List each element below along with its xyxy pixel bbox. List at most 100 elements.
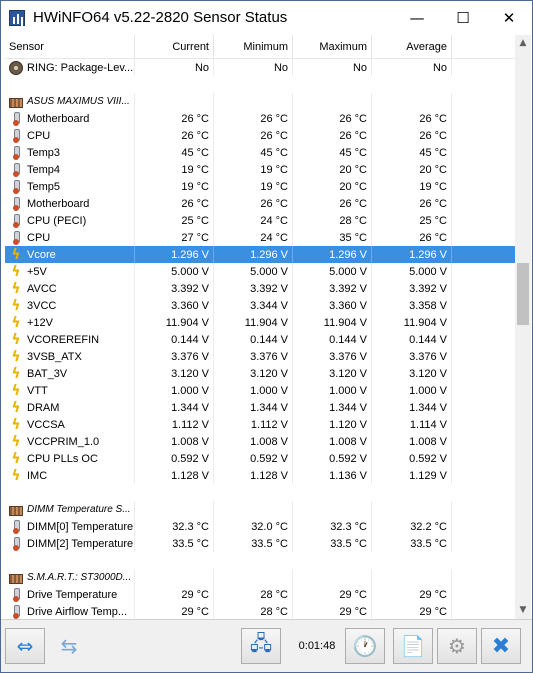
thermometer-icon <box>9 162 23 177</box>
settings-button[interactable]: ⚙ <box>437 628 477 664</box>
column-header-minimum[interactable]: Minimum <box>214 35 293 58</box>
collapse-arrows-button[interactable]: ⇆ <box>49 628 89 664</box>
voltage-icon: ϟ <box>11 348 21 365</box>
table-row[interactable]: ϟ 3VCC 3.360 V 3.344 V 3.360 V 3.358 V <box>5 297 517 314</box>
table-row[interactable]: ϟ VCCSA 1.112 V 1.112 V 1.120 V 1.114 V <box>5 416 517 433</box>
value-maximum: 33.5 °C <box>293 535 372 552</box>
value-average: 1.114 V <box>372 416 452 433</box>
table-row[interactable]: Temp3 45 °C 45 °C 45 °C 45 °C <box>5 144 517 161</box>
column-header-average[interactable]: Average <box>372 35 452 58</box>
value-average: 33.5 °C <box>372 535 452 552</box>
sensor-name-cell: ϟ +12V <box>5 314 135 331</box>
expand-arrows-button[interactable]: ⇔ <box>5 628 45 664</box>
table-row[interactable]: ϟ VTT 1.000 V 1.000 V 1.000 V 1.000 V <box>5 382 517 399</box>
column-header-current[interactable]: Current <box>135 35 214 58</box>
value-average: 3.376 V <box>372 348 452 365</box>
value-maximum: 20 °C <box>293 178 372 195</box>
sensor-table[interactable]: Sensor Current Minimum Maximum Average R… <box>5 35 517 619</box>
sensor-name: CPU <box>27 231 51 244</box>
value-minimum: 1.112 V <box>214 416 293 433</box>
network-computers-icon: 🖧 <box>249 631 273 655</box>
value-average: 1.129 V <box>372 467 452 484</box>
value-minimum: 1.008 V <box>214 433 293 450</box>
sensor-name-cell: RING: Package-Lev... <box>5 59 135 76</box>
sensor-name: +12V <box>27 316 53 329</box>
table-row[interactable]: ϟ CPU PLLs OC 0.592 V 0.592 V 0.592 V 0.592 V <box>5 450 517 467</box>
table-spacer-row <box>5 484 517 501</box>
table-row[interactable]: ϟ +12V 11.904 V 11.904 V 11.904 V 11.904 V <box>5 314 517 331</box>
value-average: 3.392 V <box>372 280 452 297</box>
title-bar[interactable]: HWiNFO64 v5.22-2820 Sensor Status — ☐ ✕ <box>1 1 532 34</box>
value-average: 29 °C <box>372 586 452 603</box>
sensor-name: CPU <box>27 129 51 142</box>
value-current: 27 °C <box>135 229 214 246</box>
value-maximum: 45 °C <box>293 144 372 161</box>
table-row[interactable]: Motherboard 26 °C 26 °C 26 °C 26 °C <box>5 110 517 127</box>
table-row[interactable]: RING: Package-Lev... No No No No <box>5 59 517 76</box>
table-row[interactable]: CPU 27 °C 24 °C 35 °C 26 °C <box>5 229 517 246</box>
table-row[interactable]: ϟ Vcore 1.296 V 1.296 V 1.296 V 1.296 V <box>5 246 517 263</box>
table-header: Sensor Current Minimum Maximum Average <box>5 35 517 59</box>
value-current: 29 °C <box>135 586 214 603</box>
table-row[interactable]: DIMM[2] Temperature 33.5 °C 33.5 °C 33.5 °C… <box>5 535 517 552</box>
value-current: 0.592 V <box>135 450 214 467</box>
scroll-up-arrow[interactable]: ▲ <box>515 35 531 52</box>
table-row[interactable]: ϟ VCCPRIM_1.0 1.008 V 1.008 V 1.008 V 1.008 V <box>5 433 517 450</box>
sensor-name: S.M.A.R.T.: ST3000D... <box>27 572 132 583</box>
table-row[interactable]: ϟ BAT_3V 3.120 V 3.120 V 3.120 V 3.120 V <box>5 365 517 382</box>
report-button[interactable]: 📄 <box>393 628 433 664</box>
table-row[interactable]: ϟ AVCC 3.392 V 3.392 V 3.392 V 3.392 V <box>5 280 517 297</box>
table-row[interactable]: Drive Airflow Temp... 29 °C 28 °C 29 °C 29 °… <box>5 603 517 619</box>
table-row[interactable]: DIMM[0] Temperature 32.3 °C 32.0 °C 32.3 °C… <box>5 518 517 535</box>
table-row[interactable]: Temp4 19 °C 19 °C 20 °C 20 °C <box>5 161 517 178</box>
value-minimum: 32.0 °C <box>214 518 293 535</box>
column-header-maximum[interactable]: Maximum <box>293 35 372 58</box>
table-row[interactable]: CPU (PECI) 25 °C 24 °C 28 °C 25 °C <box>5 212 517 229</box>
column-header-sensor[interactable]: Sensor <box>5 35 135 58</box>
close-sensors-button[interactable]: ✖ <box>481 628 521 664</box>
table-row[interactable]: Motherboard 26 °C 26 °C 26 °C 26 °C <box>5 195 517 212</box>
sensor-group-row[interactable]: S.M.A.R.T.: ST3000D... <box>5 569 517 586</box>
voltage-icon: ϟ <box>11 450 21 467</box>
sensor-name-cell: CPU <box>5 127 135 144</box>
window-title: HWiNFO64 v5.22-2820 Sensor Status <box>33 9 288 26</box>
table-row[interactable]: ϟ IMC 1.128 V 1.128 V 1.136 V 1.129 V <box>5 467 517 484</box>
value-current: 33.5 °C <box>135 535 214 552</box>
table-row[interactable]: CPU 26 °C 26 °C 26 °C 26 °C <box>5 127 517 144</box>
minimize-button[interactable]: — <box>394 1 440 34</box>
hwinfo-app-icon <box>9 9 25 26</box>
value-average: 25 °C <box>372 212 452 229</box>
sensor-group-row[interactable]: DIMM Temperature S... <box>5 501 517 518</box>
value-minimum: 26 °C <box>214 195 293 212</box>
sensor-name-cell: ϟ +5V <box>5 263 135 280</box>
value-maximum: 3.392 V <box>293 280 372 297</box>
value-average <box>372 93 452 110</box>
sensor-name-cell: Drive Temperature <box>5 586 135 603</box>
value-minimum: 26 °C <box>214 127 293 144</box>
thermometer-icon <box>9 230 23 245</box>
voltage-icon: ϟ <box>11 399 21 416</box>
table-row[interactable]: ϟ +5V 5.000 V 5.000 V 5.000 V 5.000 V <box>5 263 517 280</box>
sensor-name-cell: ϟ IMC <box>5 467 135 484</box>
close-button[interactable]: ✕ <box>486 1 532 34</box>
scrollbar-thumb[interactable] <box>517 263 529 325</box>
table-row[interactable]: ϟ VCOREREFIN 0.144 V 0.144 V 0.144 V 0.144 V <box>5 331 517 348</box>
vertical-scrollbar[interactable]: ▲ ▼ <box>515 35 531 619</box>
value-average: 26 °C <box>372 229 452 246</box>
value-maximum: 1.120 V <box>293 416 372 433</box>
clock-button[interactable]: 🕐 <box>345 628 385 664</box>
thermometer-icon <box>9 179 23 194</box>
value-maximum: No <box>293 59 372 76</box>
maximize-button[interactable]: ☐ <box>440 1 486 34</box>
scroll-down-arrow[interactable]: ▼ <box>515 602 531 619</box>
sensor-group-row[interactable]: ASUS MAXIMUS VIII... <box>5 93 517 110</box>
table-row[interactable]: Temp5 19 °C 19 °C 20 °C 19 °C <box>5 178 517 195</box>
value-minimum <box>214 93 293 110</box>
table-row[interactable]: ϟ DRAM 1.344 V 1.344 V 1.344 V 1.344 V <box>5 399 517 416</box>
table-row[interactable]: Drive Temperature 29 °C 28 °C 29 °C 29 °C <box>5 586 517 603</box>
table-row[interactable]: ϟ 3VSB_ATX 3.376 V 3.376 V 3.376 V 3.376 V <box>5 348 517 365</box>
value-minimum: 26 °C <box>214 110 293 127</box>
network-button[interactable]: 🖧 <box>241 628 281 664</box>
value-maximum: 29 °C <box>293 586 372 603</box>
value-maximum: 0.592 V <box>293 450 372 467</box>
